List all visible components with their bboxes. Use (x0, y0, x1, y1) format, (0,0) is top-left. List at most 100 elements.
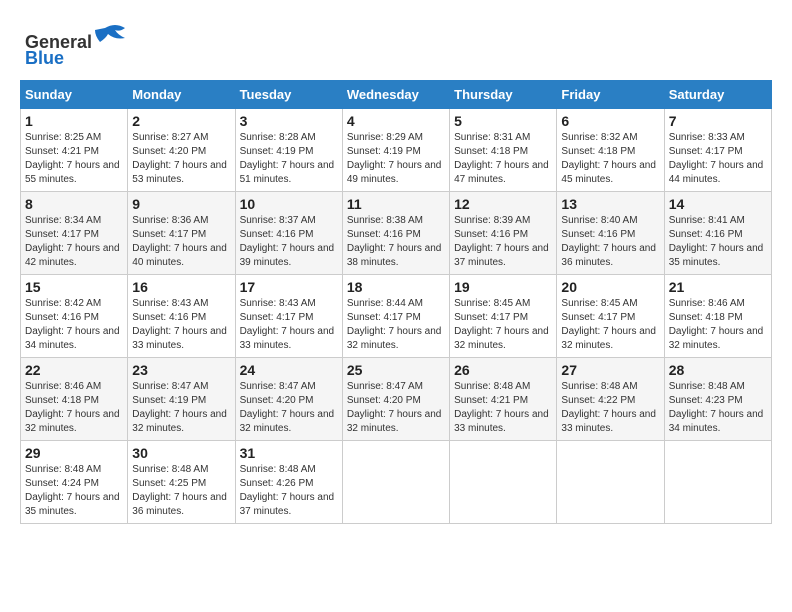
daylight-label: Daylight: 7 hours and 40 minutes. (132, 243, 227, 268)
day-info: Sunrise: 8:48 AM Sunset: 4:24 PM Dayligh… (25, 463, 123, 519)
sunrise-label: Sunrise: 8:29 AM (347, 132, 423, 143)
calendar-header-row: SundayMondayTuesdayWednesdayThursdayFrid… (21, 81, 772, 109)
sunrise-label: Sunrise: 8:45 AM (561, 298, 637, 309)
sunrise-label: Sunrise: 8:39 AM (454, 215, 530, 226)
day-number: 22 (25, 362, 123, 378)
day-number: 20 (561, 279, 659, 295)
sunrise-label: Sunrise: 8:47 AM (132, 381, 208, 392)
day-number: 11 (347, 196, 445, 212)
day-info: Sunrise: 8:32 AM Sunset: 4:18 PM Dayligh… (561, 131, 659, 187)
sunset-label: Sunset: 4:18 PM (669, 312, 743, 323)
day-number: 12 (454, 196, 552, 212)
sunset-label: Sunset: 4:23 PM (669, 395, 743, 406)
calendar-cell: 13 Sunrise: 8:40 AM Sunset: 4:16 PM Dayl… (557, 192, 664, 275)
sunset-label: Sunset: 4:18 PM (454, 146, 528, 157)
day-info: Sunrise: 8:44 AM Sunset: 4:17 PM Dayligh… (347, 297, 445, 353)
calendar-cell: 8 Sunrise: 8:34 AM Sunset: 4:17 PM Dayli… (21, 192, 128, 275)
sunset-label: Sunset: 4:18 PM (561, 146, 635, 157)
calendar-header-friday: Friday (557, 81, 664, 109)
calendar-cell: 3 Sunrise: 8:28 AM Sunset: 4:19 PM Dayli… (235, 109, 342, 192)
day-info: Sunrise: 8:48 AM Sunset: 4:26 PM Dayligh… (240, 463, 338, 519)
calendar-cell: 15 Sunrise: 8:42 AM Sunset: 4:16 PM Dayl… (21, 275, 128, 358)
day-info: Sunrise: 8:25 AM Sunset: 4:21 PM Dayligh… (25, 131, 123, 187)
day-number: 28 (669, 362, 767, 378)
day-number: 4 (347, 113, 445, 129)
sunset-label: Sunset: 4:24 PM (25, 478, 99, 489)
calendar-cell (664, 441, 771, 524)
calendar-header-saturday: Saturday (664, 81, 771, 109)
calendar-cell: 10 Sunrise: 8:37 AM Sunset: 4:16 PM Dayl… (235, 192, 342, 275)
daylight-label: Daylight: 7 hours and 49 minutes. (347, 160, 442, 185)
sunrise-label: Sunrise: 8:43 AM (132, 298, 208, 309)
day-info: Sunrise: 8:28 AM Sunset: 4:19 PM Dayligh… (240, 131, 338, 187)
day-number: 3 (240, 113, 338, 129)
sunrise-label: Sunrise: 8:40 AM (561, 215, 637, 226)
day-number: 21 (669, 279, 767, 295)
calendar-cell: 29 Sunrise: 8:48 AM Sunset: 4:24 PM Dayl… (21, 441, 128, 524)
day-number: 23 (132, 362, 230, 378)
sunrise-label: Sunrise: 8:31 AM (454, 132, 530, 143)
calendar-header-monday: Monday (128, 81, 235, 109)
sunrise-label: Sunrise: 8:44 AM (347, 298, 423, 309)
day-info: Sunrise: 8:43 AM Sunset: 4:16 PM Dayligh… (132, 297, 230, 353)
sunset-label: Sunset: 4:20 PM (240, 395, 314, 406)
calendar-cell: 17 Sunrise: 8:43 AM Sunset: 4:17 PM Dayl… (235, 275, 342, 358)
sunset-label: Sunset: 4:21 PM (25, 146, 99, 157)
daylight-label: Daylight: 7 hours and 36 minutes. (132, 492, 227, 517)
calendar-cell (450, 441, 557, 524)
day-number: 18 (347, 279, 445, 295)
day-number: 17 (240, 279, 338, 295)
day-number: 7 (669, 113, 767, 129)
calendar-cell: 5 Sunrise: 8:31 AM Sunset: 4:18 PM Dayli… (450, 109, 557, 192)
day-number: 15 (25, 279, 123, 295)
calendar-week-2: 8 Sunrise: 8:34 AM Sunset: 4:17 PM Dayli… (21, 192, 772, 275)
day-info: Sunrise: 8:42 AM Sunset: 4:16 PM Dayligh… (25, 297, 123, 353)
day-info: Sunrise: 8:48 AM Sunset: 4:25 PM Dayligh… (132, 463, 230, 519)
day-number: 26 (454, 362, 552, 378)
calendar-week-3: 15 Sunrise: 8:42 AM Sunset: 4:16 PM Dayl… (21, 275, 772, 358)
sunset-label: Sunset: 4:25 PM (132, 478, 206, 489)
calendar-cell: 16 Sunrise: 8:43 AM Sunset: 4:16 PM Dayl… (128, 275, 235, 358)
sunset-label: Sunset: 4:16 PM (240, 229, 314, 240)
daylight-label: Daylight: 7 hours and 36 minutes. (561, 243, 656, 268)
calendar-cell: 21 Sunrise: 8:46 AM Sunset: 4:18 PM Dayl… (664, 275, 771, 358)
calendar-cell: 20 Sunrise: 8:45 AM Sunset: 4:17 PM Dayl… (557, 275, 664, 358)
day-info: Sunrise: 8:47 AM Sunset: 4:20 PM Dayligh… (347, 380, 445, 436)
calendar-week-5: 29 Sunrise: 8:48 AM Sunset: 4:24 PM Dayl… (21, 441, 772, 524)
daylight-label: Daylight: 7 hours and 33 minutes. (454, 409, 549, 434)
daylight-label: Daylight: 7 hours and 32 minutes. (561, 326, 656, 351)
day-info: Sunrise: 8:43 AM Sunset: 4:17 PM Dayligh… (240, 297, 338, 353)
daylight-label: Daylight: 7 hours and 32 minutes. (669, 326, 764, 351)
sunrise-label: Sunrise: 8:36 AM (132, 215, 208, 226)
day-number: 27 (561, 362, 659, 378)
daylight-label: Daylight: 7 hours and 37 minutes. (240, 492, 335, 517)
day-number: 10 (240, 196, 338, 212)
day-number: 5 (454, 113, 552, 129)
daylight-label: Daylight: 7 hours and 39 minutes. (240, 243, 335, 268)
logo-image: General Blue (20, 20, 140, 70)
sunset-label: Sunset: 4:21 PM (454, 395, 528, 406)
sunset-label: Sunset: 4:17 PM (669, 146, 743, 157)
calendar-cell (557, 441, 664, 524)
sunset-label: Sunset: 4:19 PM (240, 146, 314, 157)
sunset-label: Sunset: 4:17 PM (347, 312, 421, 323)
sunrise-label: Sunrise: 8:48 AM (240, 464, 316, 475)
day-info: Sunrise: 8:46 AM Sunset: 4:18 PM Dayligh… (669, 297, 767, 353)
daylight-label: Daylight: 7 hours and 55 minutes. (25, 160, 120, 185)
sunset-label: Sunset: 4:17 PM (240, 312, 314, 323)
day-info: Sunrise: 8:47 AM Sunset: 4:19 PM Dayligh… (132, 380, 230, 436)
sunset-label: Sunset: 4:20 PM (132, 146, 206, 157)
sunrise-label: Sunrise: 8:48 AM (454, 381, 530, 392)
sunrise-label: Sunrise: 8:38 AM (347, 215, 423, 226)
day-number: 30 (132, 445, 230, 461)
daylight-label: Daylight: 7 hours and 34 minutes. (25, 326, 120, 351)
sunset-label: Sunset: 4:17 PM (561, 312, 635, 323)
day-info: Sunrise: 8:31 AM Sunset: 4:18 PM Dayligh… (454, 131, 552, 187)
day-number: 8 (25, 196, 123, 212)
sunrise-label: Sunrise: 8:41 AM (669, 215, 745, 226)
sunset-label: Sunset: 4:16 PM (347, 229, 421, 240)
day-info: Sunrise: 8:47 AM Sunset: 4:20 PM Dayligh… (240, 380, 338, 436)
sunrise-label: Sunrise: 8:28 AM (240, 132, 316, 143)
calendar-cell: 26 Sunrise: 8:48 AM Sunset: 4:21 PM Dayl… (450, 358, 557, 441)
day-info: Sunrise: 8:37 AM Sunset: 4:16 PM Dayligh… (240, 214, 338, 270)
